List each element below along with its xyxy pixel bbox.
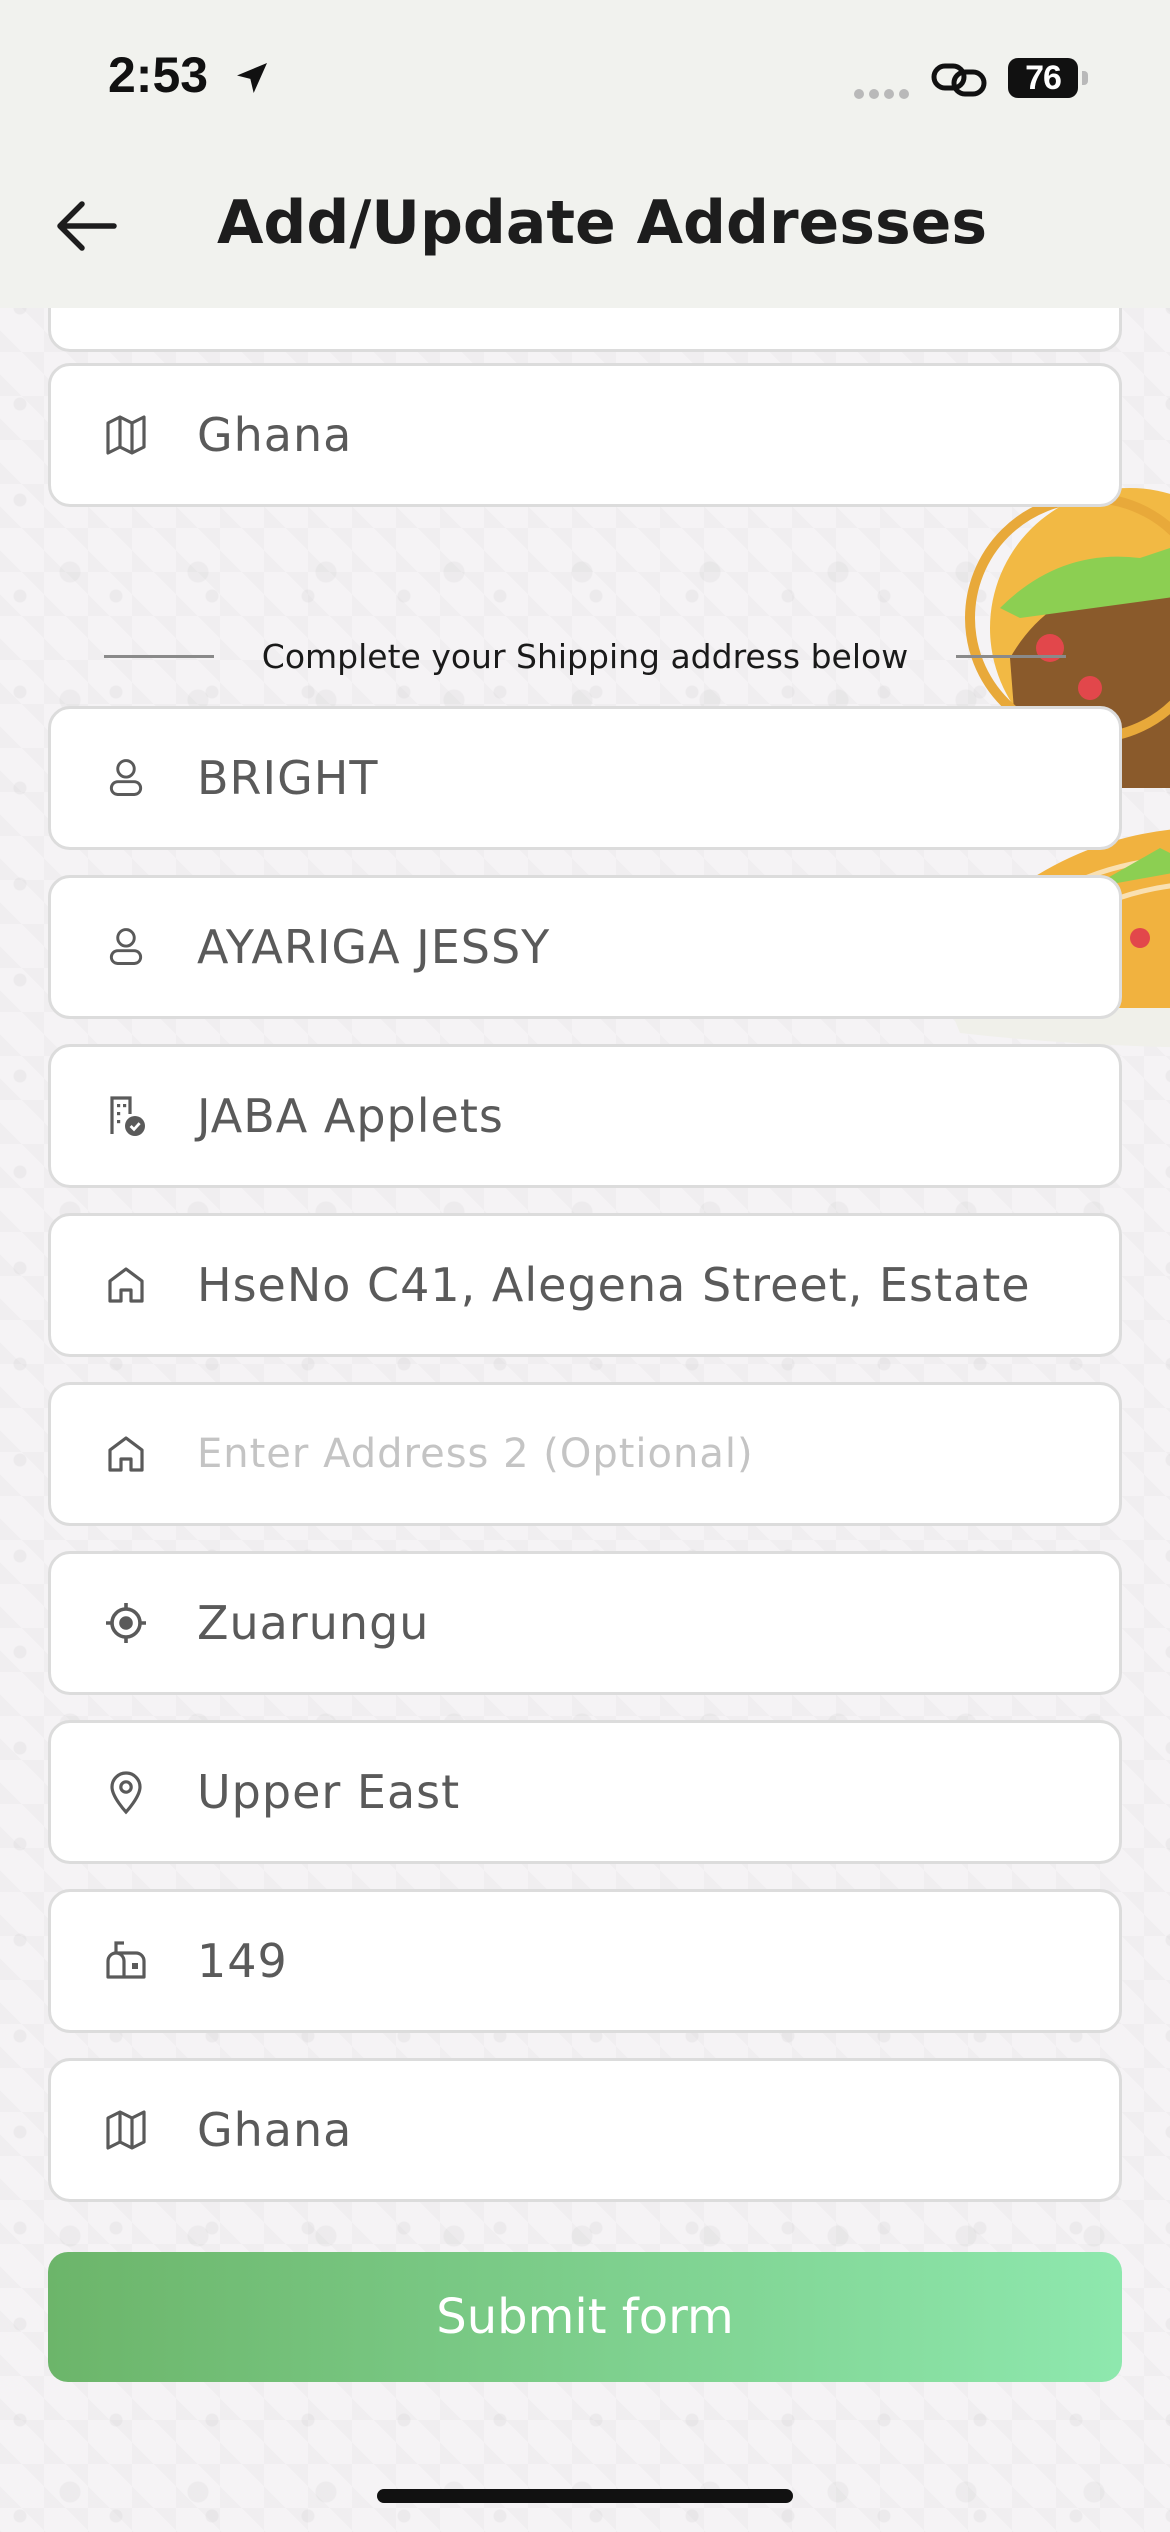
shipping-heading: Complete your Shipping address below <box>261 636 909 676</box>
billing-country-value: Ghana <box>197 408 353 462</box>
region-value: Upper East <box>197 1765 461 1819</box>
home-indicator <box>377 2489 793 2503</box>
home-icon <box>91 1419 161 1489</box>
last-name-value: AYARIGA JESSY <box>197 920 551 974</box>
divider-line-right <box>956 654 1067 658</box>
submit-button[interactable]: Submit form <box>48 2252 1122 2382</box>
signal-icon <box>854 84 914 103</box>
address1-field[interactable]: HseNo C41, Alegena Street, Estate <box>48 1213 1122 1357</box>
location-arrow-icon <box>237 63 267 93</box>
shipping-country-value: Ghana <box>197 2103 353 2157</box>
address1-value: HseNo C41, Alegena Street, Estate <box>197 1258 1031 1312</box>
page-title: Add/Update Addresses <box>217 188 988 258</box>
link-icon <box>931 63 987 97</box>
arrow-left-icon <box>57 201 117 251</box>
address2-field[interactable]: Enter Address 2 (Optional) <box>48 1382 1122 1526</box>
status-time: 2:53 <box>108 47 209 103</box>
company-field[interactable]: JABA Applets <box>48 1044 1122 1188</box>
map-icon <box>91 2095 161 2165</box>
person-icon <box>91 912 161 982</box>
city-field[interactable]: Zuarungu <box>48 1551 1122 1695</box>
mailbox-icon <box>91 1926 161 1996</box>
city-value: Zuarungu <box>197 1596 430 1650</box>
shipping-section-divider: Complete your Shipping address below <box>0 626 1170 686</box>
first-name-value: BRIGHT <box>197 751 379 805</box>
person-icon <box>91 743 161 813</box>
first-name-field[interactable]: BRIGHT <box>48 706 1122 850</box>
region-field[interactable]: Upper East <box>48 1720 1122 1864</box>
address2-placeholder: Enter Address 2 (Optional) <box>197 1431 754 1477</box>
divider-line-left <box>103 654 214 658</box>
back-button[interactable] <box>46 186 126 266</box>
building-check-icon <box>91 1081 161 1151</box>
location-pin-icon <box>91 1757 161 1827</box>
last-name-field[interactable]: AYARIGA JESSY <box>48 875 1122 1019</box>
home-icon <box>91 1250 161 1320</box>
map-icon <box>91 400 161 470</box>
company-value: JABA Applets <box>197 1089 504 1143</box>
shipping-country-field[interactable]: Ghana <box>48 2058 1122 2202</box>
postcode-value: 149 <box>197 1934 288 1988</box>
status-bar: 2:53 76 <box>0 0 1170 150</box>
postcode-field[interactable]: 149 <box>48 1889 1122 2033</box>
billing-country-field[interactable]: Ghana <box>48 363 1122 507</box>
form-scroll-area[interactable]: Ghana Complete your Shipping address bel… <box>0 308 1170 2458</box>
billing-partial-field[interactable] <box>48 308 1122 352</box>
battery-indicator: 76 <box>1008 58 1088 98</box>
target-icon <box>91 1588 161 1658</box>
app-header: Add/Update Addresses <box>0 150 1170 308</box>
